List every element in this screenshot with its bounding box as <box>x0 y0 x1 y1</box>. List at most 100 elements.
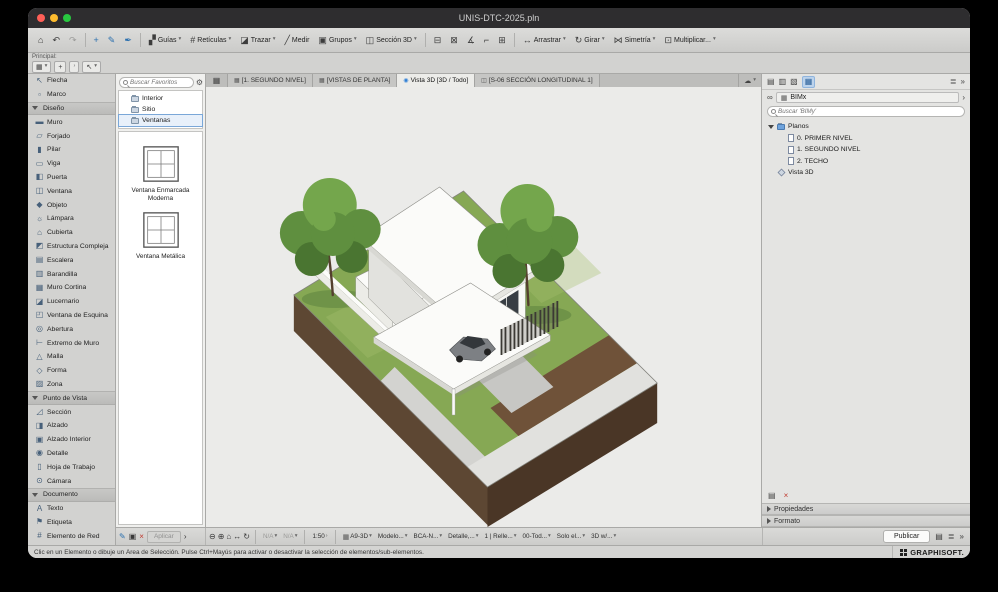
link-icon[interactable]: ∞ <box>767 93 773 102</box>
quick-options-dropdown[interactable]: Solo el... ▾ <box>555 533 587 540</box>
quick-options-dropdown[interactable]: 00-Tod... ▾ <box>521 533 553 540</box>
toolbox-item[interactable]: ◆ Objeto <box>28 198 115 212</box>
toolbox-item[interactable]: ▨ Zona <box>28 378 115 392</box>
publish-button[interactable]: Publicar <box>882 530 931 543</box>
toolbox-item[interactable]: ⚑ Etiqueta <box>28 516 115 530</box>
toolbox-item[interactable]: ▦ Muro Cortina <box>28 281 115 295</box>
trace-menu-button[interactable]: ◪ Trazar ▾ <box>236 31 279 50</box>
inject-settings-icon[interactable]: ▣ <box>129 532 137 541</box>
format-panel-header[interactable]: Formato <box>762 515 970 527</box>
toolbox-item[interactable]: ▫ Marco <box>28 88 115 102</box>
toolbox-item[interactable]: ◰ Ventana de Esquina <box>28 309 115 323</box>
tab-overview-icon[interactable]: ▦ <box>206 74 228 87</box>
fullscreen-window-button[interactable] <box>63 14 71 22</box>
list-icon[interactable]: ≣ <box>950 77 957 86</box>
pick-up-parameters-button[interactable]: + <box>90 31 103 50</box>
toolbox-item[interactable]: ▭ Viga <box>28 157 115 171</box>
drag-menu-button[interactable]: ↔ Arrastrar ▾ <box>519 31 570 50</box>
tree-item[interactable]: 2. TECHO <box>762 156 970 168</box>
guides-menu-button[interactable]: ▞ Guías ▾ <box>145 31 185 50</box>
fillet-button[interactable]: ⌐ <box>480 31 493 50</box>
tree-item[interactable]: Vista 3D <box>762 167 970 179</box>
tree-item[interactable]: 0. PRIMER NIVEL <box>762 133 970 145</box>
toolbox-item[interactable]: Diseño <box>28 101 115 116</box>
toolbox-item[interactable]: ◩ Estructura Compleja <box>28 240 115 254</box>
more-chevron-icon[interactable]: » <box>961 77 965 86</box>
toolbox-item[interactable]: ▮ Pilar <box>28 143 115 157</box>
adjust-button[interactable]: ⊠ <box>446 31 462 50</box>
toolbox-item[interactable]: ▯ Hoja de Trabajo <box>28 460 115 474</box>
close-window-button[interactable] <box>37 14 45 22</box>
arrow-tool-dropdown[interactable]: ↖ ▾ <box>82 61 101 73</box>
layout-book-icon[interactable]: ▧ <box>790 77 798 86</box>
undo-button[interactable]: ↶ <box>48 31 64 50</box>
quick-options-dropdown[interactable]: 1 | Relle... ▾ <box>483 533 519 540</box>
toolbox-item[interactable]: ▣ Alzado Interior <box>28 433 115 447</box>
fit-in-window-icon[interactable]: ⌂ <box>226 532 231 541</box>
rotate-menu-button[interactable]: ↻ Girar ▾ <box>571 31 609 50</box>
panel-toggle-icon[interactable]: ▤ <box>935 532 943 541</box>
list-icon[interactable]: ≣ <box>948 532 955 541</box>
toolbox-item[interactable]: # Elemento de Red <box>28 529 115 543</box>
toolbox-item[interactable]: ◎ Abertura <box>28 322 115 336</box>
cancel-icon[interactable]: × <box>139 532 144 541</box>
project-map-icon[interactable]: ▤ <box>767 77 775 86</box>
favorites-folder[interactable]: Sitio <box>119 104 202 115</box>
grids-menu-button[interactable]: # Retículas ▾ <box>186 31 235 50</box>
quick-options-dropdown[interactable]: BCA-N... ▾ <box>412 533 445 540</box>
toolbox-item[interactable]: ☼ Lámpara <box>28 212 115 226</box>
zoom-in-icon[interactable]: ⊕ <box>218 532 225 541</box>
pen-set-dropdown[interactable]: ▦ A9-3D ▾ <box>341 533 374 541</box>
zoom-out-icon[interactable]: ⊖ <box>209 532 216 541</box>
toolbox-item[interactable]: △ Malla <box>28 350 115 364</box>
new-item-icon[interactable]: ▤ <box>768 492 776 500</box>
quick-options-dropdown[interactable]: 3D w/... ▾ <box>589 533 618 540</box>
view-tab[interactable]: ▦ [1. SEGUNDO NIVEL] <box>228 74 313 87</box>
toolbox-item[interactable]: ↖ Flecha <box>28 74 115 88</box>
intersect-button[interactable]: ∡ <box>463 31 479 50</box>
toolbox-item[interactable]: ◉ Detalle <box>28 447 115 461</box>
toolbox-item[interactable]: ⌂ Cubierta <box>28 226 115 240</box>
measure-button[interactable]: ╱ Medir <box>280 31 313 50</box>
groups-menu-button[interactable]: ▣ Grupos ▾ <box>314 31 360 50</box>
toolbox-item[interactable]: ◇ Forma <box>28 364 115 378</box>
quick-options-dropdown[interactable]: Modelo... ▾ <box>376 533 410 540</box>
toolbox-item[interactable]: ⊢ Extremo de Muro <box>28 336 115 350</box>
properties-panel-header[interactable]: Propiedades <box>762 503 970 515</box>
toolbox-item[interactable]: A Texto <box>28 502 115 516</box>
redo-button[interactable]: ↷ <box>65 31 81 50</box>
3d-model-view[interactable] <box>206 87 761 527</box>
toolbox-item[interactable]: ◫ Ventana <box>28 184 115 198</box>
view-tab[interactable]: ◫ [S-06 SECCIÓN LONGITUDINAL 1] <box>475 74 600 87</box>
toolbox-item[interactable]: ◨ Alzado <box>28 419 115 433</box>
favorites-folder[interactable]: Ventanas <box>118 114 203 127</box>
toolbox-item[interactable]: ◪ Lucernario <box>28 295 115 309</box>
chevron-right-icon[interactable]: › <box>962 93 965 102</box>
tree-folder-planos[interactable]: Planos <box>762 121 970 133</box>
toolbox-item[interactable]: Punto de Vista <box>28 391 115 406</box>
toolbox-item[interactable]: ▤ Escalera <box>28 253 115 267</box>
tree-item[interactable]: 1. SEGUNDO NIVEL <box>762 144 970 156</box>
add-button[interactable]: + <box>54 61 67 73</box>
teamwork-cloud-tab[interactable]: ☁ ▾ <box>738 74 761 87</box>
scale-dropdown[interactable]: 1:50 › <box>310 533 329 540</box>
more-chevron-icon[interactable]: » <box>960 532 964 541</box>
quick-options-dropdown[interactable]: Detalle,... ▾ <box>446 533 480 540</box>
minimize-window-button[interactable] <box>50 14 58 22</box>
pen-tool-button[interactable]: ✒ <box>120 31 136 50</box>
collapse-arrow-icon[interactable] <box>768 124 774 129</box>
bimx-set-dropdown[interactable]: ▦ BIMx <box>775 92 960 103</box>
favorite-item[interactable]: Ventana Metálica <box>119 210 202 261</box>
favorites-search-input[interactable] <box>130 79 190 86</box>
gear-icon[interactable]: ⚙ <box>196 78 203 87</box>
section3d-menu-button[interactable]: ◫ Sección 3D ▾ <box>362 31 421 50</box>
toolbox-item[interactable]: ▱ Forjado <box>28 129 115 143</box>
home-button[interactable]: ⌂ <box>34 31 47 50</box>
toolbox-item[interactable]: ◧ Puerta <box>28 171 115 185</box>
multiply-menu-button[interactable]: ⊡ Multiplicar... ▾ <box>660 31 719 50</box>
pencil-tool-button[interactable]: ✎ <box>104 31 120 50</box>
pick-up-settings-icon[interactable]: ✎ <box>119 532 126 541</box>
orbit-icon[interactable]: ↻ <box>243 532 250 541</box>
3d-canvas[interactable] <box>206 87 761 527</box>
favorites-folder[interactable]: Interior <box>119 93 202 104</box>
